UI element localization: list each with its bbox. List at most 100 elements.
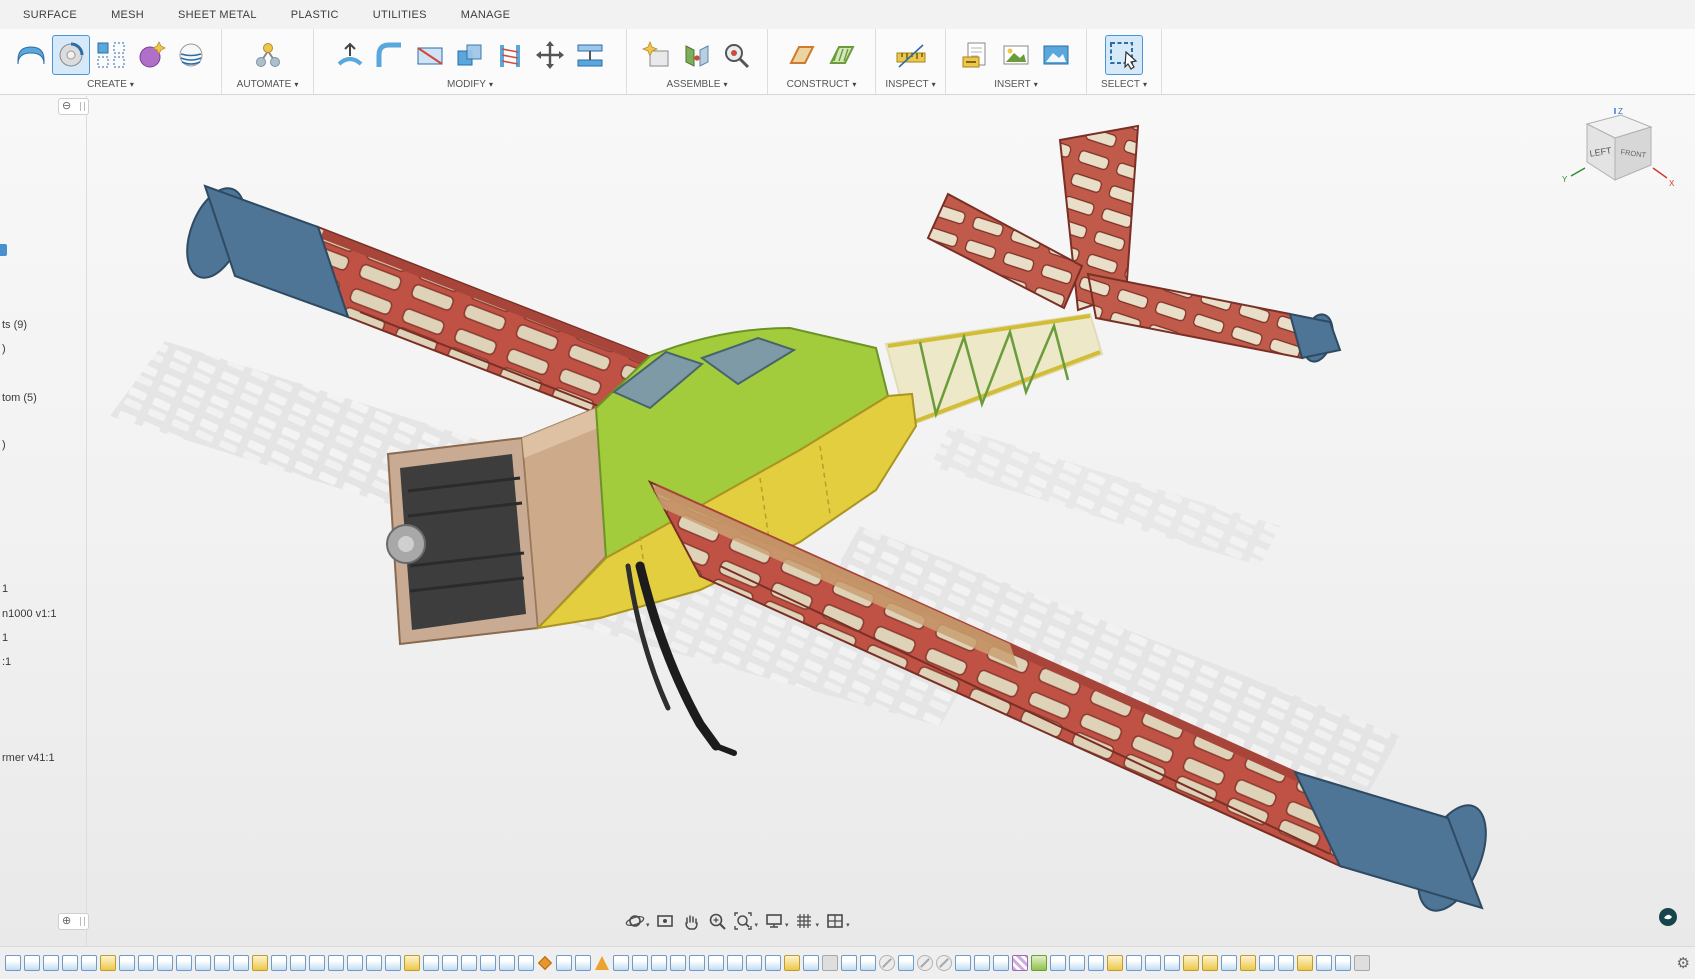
chevron-down-icon[interactable]: ▾	[785, 921, 789, 929]
timeline-feature-blue-icon[interactable]	[24, 955, 40, 971]
timeline-feature-blue-icon[interactable]	[1164, 955, 1180, 971]
browser-item[interactable]: ts (9)	[2, 319, 27, 331]
timeline-feature-blue-icon[interactable]	[1221, 955, 1237, 971]
timeline-feature-blue-icon[interactable]	[309, 955, 325, 971]
timeline-feature-blue-icon[interactable]	[195, 955, 211, 971]
rectangular-pattern-tool[interactable]	[92, 35, 130, 75]
timeline-feature-warning-icon[interactable]	[594, 955, 610, 971]
decal-tool[interactable]	[997, 35, 1035, 75]
job-status-icon[interactable]	[1659, 908, 1677, 926]
timeline-feature-blue-icon[interactable]	[119, 955, 135, 971]
display-settings-button[interactable]	[761, 909, 786, 933]
browser-item[interactable]: rmer v41:1	[2, 752, 55, 764]
chevron-down-icon[interactable]: ▾	[846, 921, 850, 929]
timeline-feature-green-icon[interactable]	[1031, 955, 1047, 971]
new-component-tool[interactable]	[638, 35, 676, 75]
timeline-settings-gear-icon[interactable]: ⚙	[1677, 956, 1690, 971]
fillet-tool[interactable]	[371, 35, 409, 75]
timeline-feature-disabled-icon[interactable]	[879, 955, 895, 971]
timeline-feature-blue-icon[interactable]	[385, 955, 401, 971]
tab-sheet-metal[interactable]: SHEET METAL	[161, 0, 274, 29]
timeline-feature-blue-icon[interactable]	[841, 955, 857, 971]
form-tool[interactable]	[172, 35, 210, 75]
timeline-feature-blue-icon[interactable]	[233, 955, 249, 971]
timeline-feature-blue-icon[interactable]	[632, 955, 648, 971]
timeline-feature-gray-icon[interactable]	[1354, 955, 1370, 971]
timeline-feature-blue-icon[interactable]	[423, 955, 439, 971]
timeline-feature-yellow-icon[interactable]	[1240, 955, 1256, 971]
timeline-feature-blue-icon[interactable]	[556, 955, 572, 971]
timeline-feature-blue-icon[interactable]	[442, 955, 458, 971]
timeline-feature-yellow-icon[interactable]	[1183, 955, 1199, 971]
timeline-feature-blue-icon[interactable]	[955, 955, 971, 971]
tab-surface[interactable]: SURFACE	[6, 0, 94, 29]
timeline-feature-blue-icon[interactable]	[860, 955, 876, 971]
3d-viewport[interactable]: ⊖ ts (9) ) tom (5) ) 1 n1000 v1:1 1 :1 r…	[0, 96, 1695, 946]
create-label[interactable]: CREATE	[87, 79, 127, 90]
joint-origin-tool[interactable]	[718, 35, 756, 75]
select-window-tool[interactable]	[1105, 35, 1143, 75]
timeline-feature-blue-icon[interactable]	[499, 955, 515, 971]
chevron-down-icon[interactable]: ▾	[755, 921, 759, 929]
browser-collapse-bar[interactable]: ⊖	[58, 98, 89, 115]
timeline-feature-blue-icon[interactable]	[993, 955, 1009, 971]
timeline-feature-blue-icon[interactable]	[461, 955, 477, 971]
timeline-feature-blue-icon[interactable]	[43, 955, 59, 971]
extrude-surface-tool[interactable]	[12, 35, 50, 75]
select-label[interactable]: SELECT	[1101, 79, 1140, 90]
browser-item[interactable]: 1	[2, 583, 8, 595]
timeline-feature-blue-icon[interactable]	[670, 955, 686, 971]
timeline-feature-yellow-icon[interactable]	[784, 955, 800, 971]
timeline-feature-yellow-icon[interactable]	[1107, 955, 1123, 971]
timeline-feature-yellow-icon[interactable]	[1297, 955, 1313, 971]
automate-tool[interactable]	[249, 35, 287, 75]
timeline-feature-gray-icon[interactable]	[822, 955, 838, 971]
timeline-feature-blue-icon[interactable]	[62, 955, 78, 971]
timeline-feature-blue-icon[interactable]	[1050, 955, 1066, 971]
timeline-feature-blue-icon[interactable]	[708, 955, 724, 971]
tab-mesh[interactable]: MESH	[94, 0, 161, 29]
move-copy-tool[interactable]	[531, 35, 569, 75]
timeline-feature-disabled-icon[interactable]	[936, 955, 952, 971]
chevron-down-icon[interactable]: ▾	[646, 921, 650, 929]
timeline-feature-blue-icon[interactable]	[1259, 955, 1275, 971]
timeline-feature-diamond-icon[interactable]	[537, 955, 553, 971]
timeline-feature-pattern-icon[interactable]	[1012, 955, 1028, 971]
timeline-feature-blue-icon[interactable]	[138, 955, 154, 971]
timeline-feature-blue-icon[interactable]	[1126, 955, 1142, 971]
browser-item[interactable]: 1	[2, 632, 8, 644]
browser-item[interactable]: )	[2, 343, 6, 355]
joint-tool[interactable]	[678, 35, 716, 75]
timeline-feature-blue-icon[interactable]	[1278, 955, 1294, 971]
timeline-feature-blue-icon[interactable]	[974, 955, 990, 971]
sphere-tool[interactable]	[132, 35, 170, 75]
browser-expand-bar[interactable]: ⊕	[58, 913, 89, 930]
modify-label[interactable]: MODIFY	[447, 79, 486, 90]
assemble-label[interactable]: ASSEMBLE	[667, 79, 721, 90]
chevron-down-icon[interactable]: ▾	[816, 921, 820, 929]
timeline-feature-blue-icon[interactable]	[1316, 955, 1332, 971]
airplane-model[interactable]	[0, 96, 1695, 946]
timeline-feature-blue-icon[interactable]	[157, 955, 173, 971]
timeline-feature-blue-icon[interactable]	[575, 955, 591, 971]
timeline-feature-blue-icon[interactable]	[1069, 955, 1085, 971]
component-icon[interactable]	[0, 244, 7, 256]
align-tool[interactable]	[571, 35, 609, 75]
expand-icon[interactable]: ⊕	[62, 916, 71, 927]
measure-tool[interactable]	[892, 35, 930, 75]
tab-plastic[interactable]: PLASTIC	[274, 0, 356, 29]
tab-manage[interactable]: MANAGE	[444, 0, 527, 29]
timeline-feature-blue-icon[interactable]	[1088, 955, 1104, 971]
browser-item[interactable]: tom (5)	[2, 392, 37, 404]
timeline-feature-blue-icon[interactable]	[689, 955, 705, 971]
timeline-feature-blue-icon[interactable]	[347, 955, 363, 971]
timeline-feature-blue-icon[interactable]	[803, 955, 819, 971]
stitch-tool[interactable]	[491, 35, 529, 75]
viewcube[interactable]: LEFT FRONT Y X Z	[1559, 106, 1681, 210]
timeline-feature-blue-icon[interactable]	[898, 955, 914, 971]
timeline-feature-blue-icon[interactable]	[746, 955, 762, 971]
automate-label[interactable]: AUTOMATE	[237, 79, 292, 90]
timeline-feature-blue-icon[interactable]	[613, 955, 629, 971]
timeline-feature-blue-icon[interactable]	[1335, 955, 1351, 971]
timeline-feature-blue-icon[interactable]	[214, 955, 230, 971]
